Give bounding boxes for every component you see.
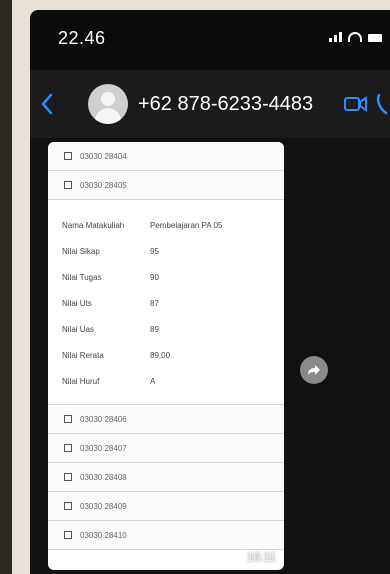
- chat-header: +62 878-6233-4483: [30, 70, 390, 138]
- checkbox-icon: [64, 502, 72, 510]
- detail-key: Nilai Uas: [62, 324, 95, 334]
- checkbox-icon: [64, 473, 72, 481]
- avatar[interactable]: [88, 84, 128, 124]
- detail-value: 95: [150, 246, 159, 256]
- detail-value: 87: [150, 298, 159, 308]
- top-item-list: 03030 28404 03030 28405: [48, 142, 284, 200]
- wifi-icon: [348, 32, 362, 42]
- list-item-label: 03030 28404: [80, 151, 127, 161]
- image-message[interactable]: 03030 28404 03030 28405 Nama Matakuliah Pe…: [48, 142, 284, 570]
- list-item: 03030 28405: [48, 171, 284, 200]
- list-item: 03030 28410: [48, 521, 284, 550]
- battery-icon: [368, 34, 382, 42]
- detail-row: Nilai Huruf A: [48, 368, 284, 394]
- chevron-left-icon: [41, 93, 53, 115]
- detail-row: Nilai Rerata 89,00: [48, 342, 284, 368]
- checkbox-icon: [64, 181, 72, 189]
- list-item-label: 03030 28409: [80, 501, 127, 511]
- list-item-label: 03030 28410: [80, 530, 127, 540]
- list-item-label: 03030 28406: [80, 414, 127, 424]
- forward-button[interactable]: [300, 356, 328, 384]
- detail-value: Pembelajaran PA 05: [150, 220, 223, 230]
- system-icons: [329, 32, 382, 42]
- checkbox-icon: [64, 415, 72, 423]
- detail-key: Nilai Rerata: [62, 350, 104, 360]
- detail-key: Nilai Sikap: [62, 246, 100, 256]
- chat-area: 03030 28404 03030 28405 Nama Matakuliah Pe…: [30, 138, 390, 574]
- avatar-body: [95, 108, 121, 124]
- list-item: 03030 28407: [48, 434, 284, 463]
- voice-call-icon[interactable]: [376, 93, 390, 115]
- detail-key: Nilai Uts: [62, 298, 92, 308]
- status-bar: 22.46: [30, 10, 390, 70]
- checkbox-icon: [64, 152, 72, 160]
- detail-value: A: [150, 376, 156, 386]
- detail-key: Nilai Huruf: [62, 376, 100, 386]
- detail-row: Nilai Uas 89: [48, 316, 284, 342]
- forward-icon: [308, 365, 320, 375]
- detail-row: Nilai Sikap 95: [48, 238, 284, 264]
- list-item-label: 03030 28408: [80, 472, 127, 482]
- header-actions: [344, 70, 390, 138]
- video-call-icon[interactable]: [344, 95, 368, 113]
- detail-table: Nama Matakuliah Pembelajaran PA 05 Nilai S…: [48, 200, 284, 405]
- signal-icon: [329, 32, 342, 42]
- detail-value: 89: [150, 324, 159, 334]
- detail-key: Nilai Tugas: [62, 272, 102, 282]
- bottom-item-list: 03030 28406 03030 28407 03030 28408 03030 2…: [48, 405, 284, 550]
- detail-row: Nilai Uts 87: [48, 290, 284, 316]
- checkbox-icon: [64, 444, 72, 452]
- list-item-label: 03030 28405: [80, 180, 127, 190]
- checkbox-icon: [64, 531, 72, 539]
- contact-name[interactable]: +62 878-6233-4483: [138, 93, 313, 116]
- list-item: 03030 28409: [48, 492, 284, 521]
- list-item-label: 03030 28407: [80, 443, 127, 453]
- detail-row: Nilai Tugas 90: [48, 264, 284, 290]
- background-strip: [0, 0, 12, 574]
- detail-value: 89,00: [150, 350, 171, 360]
- list-item: 03030 28406: [48, 405, 284, 434]
- list-item: 03030 28404: [48, 142, 284, 171]
- detail-key: Nama Matakuliah: [62, 220, 125, 230]
- detail-row: Nama Matakuliah Pembelajaran PA 05: [48, 212, 284, 238]
- avatar-head: [101, 92, 115, 106]
- back-button[interactable]: [30, 70, 64, 138]
- message-timestamp: 10.11: [246, 550, 276, 564]
- status-time: 22.46: [58, 28, 106, 48]
- phone-screen: 22.46 +62 878-6233-4483 03030 28404 0303…: [30, 10, 390, 574]
- list-item: 03030 28408: [48, 463, 284, 492]
- detail-value: 90: [150, 272, 159, 282]
